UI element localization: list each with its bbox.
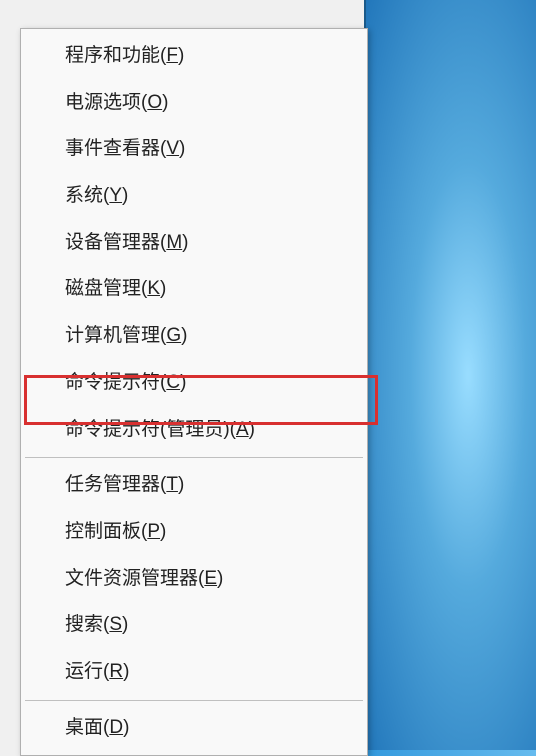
- menu-item-mnemonic: G: [166, 325, 181, 346]
- menu-item-label: 命令提示符: [65, 372, 160, 393]
- menu-item-mnemonic: Y: [109, 185, 122, 206]
- menu-command-prompt[interactable]: 命令提示符(C): [23, 360, 365, 407]
- menu-separator: [25, 700, 363, 701]
- menu-item-label: 运行: [65, 661, 103, 682]
- menu-command-prompt-admin[interactable]: 命令提示符(管理员)(A): [23, 407, 365, 454]
- menu-separator: [25, 457, 363, 458]
- menu-item-mnemonic: V: [166, 138, 179, 159]
- menu-run[interactable]: 运行(R): [23, 649, 365, 696]
- menu-computer-management[interactable]: 计算机管理(G): [23, 313, 365, 360]
- menu-item-label: 磁盘管理: [65, 278, 141, 299]
- menu-item-mnemonic: S: [109, 614, 122, 635]
- menu-power-options[interactable]: 电源选项(O): [23, 80, 365, 127]
- menu-file-explorer[interactable]: 文件资源管理器(E): [23, 556, 365, 603]
- menu-item-mnemonic: E: [204, 568, 217, 589]
- menu-item-label: 电源选项: [65, 92, 141, 113]
- menu-item-mnemonic: D: [109, 717, 123, 738]
- menu-device-manager[interactable]: 设备管理器(M): [23, 220, 365, 267]
- menu-desktop[interactable]: 桌面(D): [23, 705, 365, 752]
- menu-item-label: 文件资源管理器: [65, 568, 198, 589]
- menu-item-mnemonic: T: [166, 474, 178, 495]
- menu-item-mnemonic: A: [236, 419, 249, 440]
- menu-item-label: 计算机管理: [65, 325, 160, 346]
- menu-system[interactable]: 系统(Y): [23, 173, 365, 220]
- desktop-background: [364, 0, 536, 750]
- menu-task-manager[interactable]: 任务管理器(T): [23, 462, 365, 509]
- menu-item-label: 控制面板: [65, 521, 141, 542]
- menu-programs-features[interactable]: 程序和功能(F): [23, 33, 365, 80]
- menu-disk-management[interactable]: 磁盘管理(K): [23, 266, 365, 313]
- menu-item-label: 事件查看器: [65, 138, 160, 159]
- menu-search[interactable]: 搜索(S): [23, 602, 365, 649]
- menu-item-label: 命令提示符(管理员): [65, 419, 230, 440]
- menu-item-mnemonic: K: [147, 278, 160, 299]
- menu-item-label: 桌面: [65, 717, 103, 738]
- menu-item-label: 程序和功能: [65, 45, 160, 66]
- menu-item-label: 设备管理器: [65, 232, 160, 253]
- menu-item-mnemonic: R: [109, 661, 123, 682]
- menu-item-mnemonic: P: [147, 521, 160, 542]
- menu-control-panel[interactable]: 控制面板(P): [23, 509, 365, 556]
- menu-event-viewer[interactable]: 事件查看器(V): [23, 126, 365, 173]
- menu-item-label: 任务管理器: [65, 474, 160, 495]
- menu-item-mnemonic: C: [166, 372, 180, 393]
- menu-item-mnemonic: M: [166, 232, 182, 253]
- menu-item-label: 系统: [65, 185, 103, 206]
- winx-context-menu: 程序和功能(F)电源选项(O)事件查看器(V)系统(Y)设备管理器(M)磁盘管理…: [20, 28, 368, 756]
- menu-item-label: 搜索: [65, 614, 103, 635]
- menu-item-mnemonic: F: [166, 45, 178, 66]
- menu-item-mnemonic: O: [147, 92, 162, 113]
